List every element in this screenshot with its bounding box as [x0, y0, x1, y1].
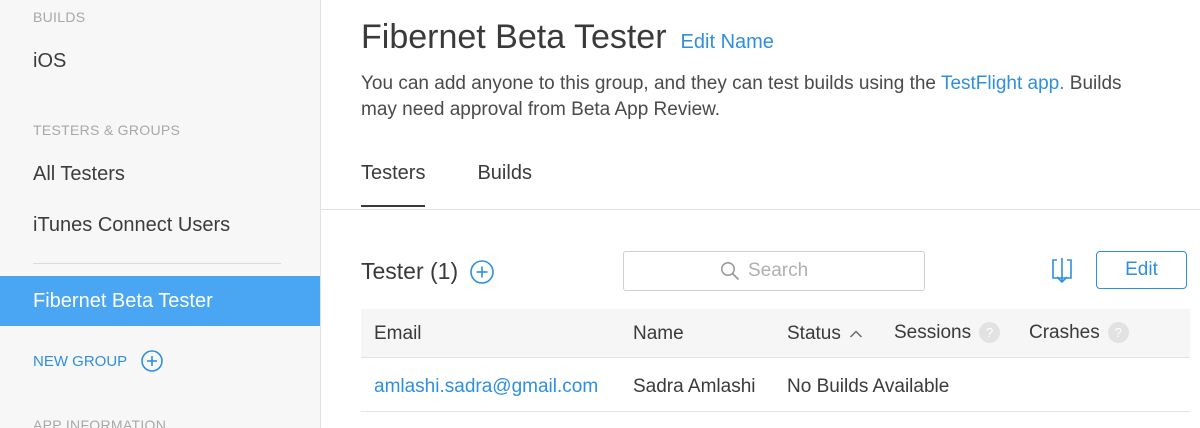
- tester-section-header: Tester (1): [361, 258, 494, 285]
- tester-email[interactable]: amlashi.sadra@gmail.com: [374, 359, 598, 415]
- sidebar-item-all-testers[interactable]: All Testers: [33, 163, 125, 186]
- column-email[interactable]: Email: [374, 309, 422, 358]
- tab-testers[interactable]: Testers: [361, 162, 426, 207]
- column-status-label: Status: [787, 323, 841, 344]
- sort-ascending-icon: [849, 329, 862, 338]
- edit-button[interactable]: Edit: [1096, 251, 1187, 289]
- page-title: Fibernet Beta Tester: [361, 18, 667, 56]
- testers-groups-header: TESTERS & GROUPS: [33, 122, 181, 138]
- plus-circle-icon: [141, 350, 163, 372]
- column-sessions-label: Sessions: [894, 322, 972, 343]
- new-group-label: NEW GROUP: [33, 352, 128, 370]
- column-crashes-label: Crashes: [1029, 322, 1100, 343]
- table-row: amlashi.sadra@gmail.com Sadra Amlashi No…: [361, 359, 1190, 412]
- add-tester-icon[interactable]: [470, 259, 494, 284]
- table-header: Email Name Status Sessions ? Crashes ?: [361, 309, 1190, 358]
- sidebar: BUILDS iOS TESTERS & GROUPS All Testers …: [0, 0, 321, 428]
- column-crashes[interactable]: Crashes ?: [1029, 308, 1129, 357]
- new-group-button[interactable]: NEW GROUP: [33, 350, 163, 372]
- edit-name-link[interactable]: Edit Name: [681, 31, 774, 54]
- title-row: Fibernet Beta Tester Edit Name: [361, 18, 774, 57]
- download-icon[interactable]: [1049, 256, 1075, 286]
- main-content: Fibernet Beta Tester Edit Name You can a…: [321, 0, 1200, 428]
- sidebar-item-itunes-connect-users[interactable]: iTunes Connect Users: [33, 214, 230, 237]
- sidebar-item-ios[interactable]: iOS: [33, 50, 66, 73]
- column-name[interactable]: Name: [633, 309, 684, 358]
- app-information-header: APP INFORMATION: [33, 417, 167, 428]
- testflight-app-link[interactable]: TestFlight app.: [941, 73, 1065, 94]
- tester-count-title: Tester (1): [361, 258, 459, 284]
- tester-name: Sadra Amlashi: [633, 376, 756, 397]
- search-input[interactable]: [748, 260, 828, 282]
- builds-header: BUILDS: [33, 9, 86, 25]
- tab-bar: Testers Builds: [361, 162, 584, 207]
- column-status[interactable]: Status: [787, 309, 863, 358]
- column-sessions[interactable]: Sessions ?: [894, 308, 1001, 357]
- search-icon: [721, 262, 739, 280]
- tester-status: No Builds Available: [787, 376, 950, 397]
- group-description: You can add anyone to this group, and th…: [361, 71, 1161, 123]
- help-icon[interactable]: ?: [979, 322, 1001, 343]
- description-text-pre: You can add anyone to this group, and th…: [361, 73, 941, 94]
- sidebar-divider: [33, 263, 281, 264]
- sidebar-item-fibernet-beta-tester[interactable]: Fibernet Beta Tester: [0, 276, 320, 326]
- tabs-divider: [321, 209, 1200, 210]
- search-box[interactable]: [623, 251, 925, 291]
- help-icon[interactable]: ?: [1107, 322, 1129, 343]
- tab-builds[interactable]: Builds: [477, 162, 531, 207]
